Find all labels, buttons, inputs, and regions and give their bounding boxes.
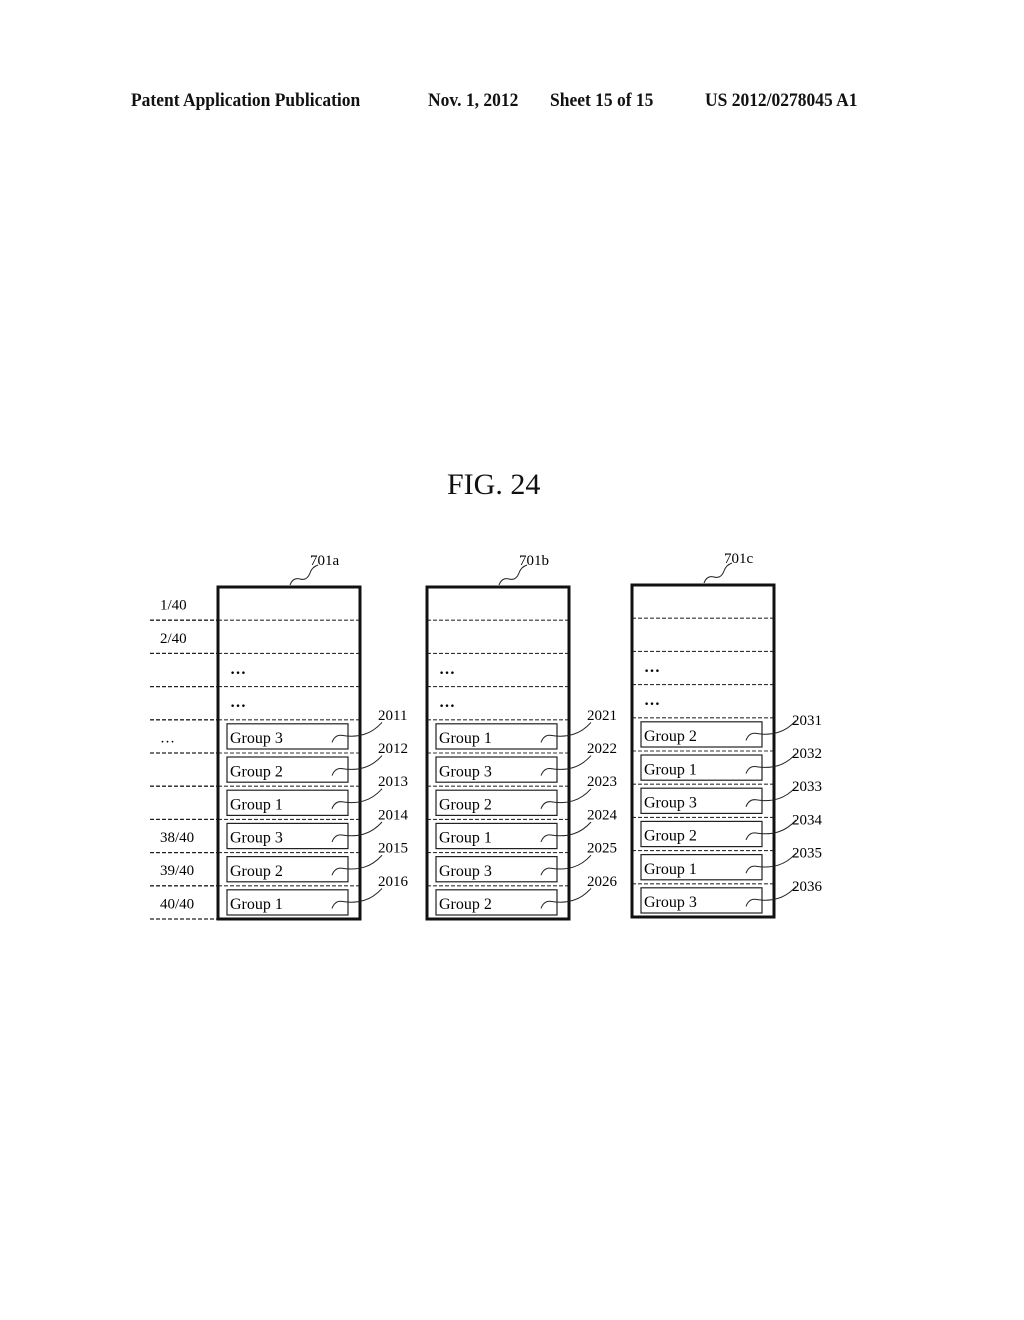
slot-ref-label: 2021 xyxy=(587,708,617,724)
group-slot-label: Group 3 xyxy=(644,894,697,911)
slot-ref-label: 2016 xyxy=(378,874,409,890)
leader-line xyxy=(331,755,383,776)
group-slot-label: Group 3 xyxy=(230,830,283,847)
slot-ref-label: 2013 xyxy=(378,774,408,790)
group-slot-label: Group 1 xyxy=(230,896,283,913)
group-slot-label: Group 1 xyxy=(644,861,697,878)
slot-ref-label: 2026 xyxy=(587,874,618,890)
group-slot-label: Group 1 xyxy=(439,730,492,747)
leader-line xyxy=(331,788,383,809)
ellipsis: … xyxy=(439,694,455,711)
group-slot-label: Group 2 xyxy=(439,796,492,813)
slot-ref-label: 2024 xyxy=(587,807,618,823)
slot-ref-label: 2012 xyxy=(378,741,408,757)
slot-ref-label: 2014 xyxy=(378,807,409,823)
slot-ref-label: 2031 xyxy=(792,713,822,729)
leader-line xyxy=(745,753,797,774)
group-slot-label: Group 2 xyxy=(439,896,492,913)
slot-ref-label: 2011 xyxy=(378,708,407,724)
group-slot-label: Group 2 xyxy=(644,828,697,845)
ellipsis: … xyxy=(644,692,660,709)
leader-line xyxy=(745,786,797,807)
slot-ref-label: 2035 xyxy=(792,846,822,862)
leader-line xyxy=(331,854,383,876)
ellipsis: … xyxy=(439,661,455,678)
group-slot-label: Group 2 xyxy=(230,763,283,780)
group-slot-label: Group 1 xyxy=(439,830,492,847)
leader-line xyxy=(540,854,592,876)
leader-line xyxy=(540,821,592,843)
leader-line xyxy=(331,821,383,843)
slot-ref-label: 2032 xyxy=(792,746,822,762)
row-label: 38/40 xyxy=(160,830,194,846)
leader-line xyxy=(540,888,592,909)
row-label: 39/40 xyxy=(160,863,194,879)
group-slot-label: Group 2 xyxy=(644,728,697,745)
leader-line xyxy=(745,886,797,907)
slot-ref-label: 2022 xyxy=(587,741,617,757)
row-label: 1/40 xyxy=(160,598,187,614)
group-slot-label: Group 1 xyxy=(644,761,697,778)
leader-line xyxy=(331,888,383,909)
leader-line xyxy=(540,755,592,776)
row-label: 2/40 xyxy=(160,631,187,647)
leader-line xyxy=(745,852,797,874)
leader-line xyxy=(540,788,592,809)
group-slot-label: Group 3 xyxy=(644,794,697,811)
leader-line xyxy=(745,819,797,841)
memory-diagram: 1/402/40…38/4039/4040/40701a……Group 3201… xyxy=(150,551,823,921)
row-label: 40/40 xyxy=(160,896,194,912)
leader-line xyxy=(745,720,797,741)
ellipsis: … xyxy=(230,694,246,711)
leader-line xyxy=(540,722,592,743)
group-slot-label: Group 3 xyxy=(230,730,283,747)
group-slot-label: Group 3 xyxy=(439,763,492,780)
slot-ref-label: 2034 xyxy=(792,812,823,828)
group-slot-label: Group 1 xyxy=(230,796,283,813)
slot-ref-label: 2023 xyxy=(587,774,617,790)
ellipsis: … xyxy=(230,661,246,678)
slot-ref-label: 2036 xyxy=(792,879,823,895)
leader-line xyxy=(331,722,383,743)
slot-ref-label: 2025 xyxy=(587,841,617,857)
ellipsis: … xyxy=(644,659,660,676)
slot-ref-label: 2033 xyxy=(792,779,822,795)
row-label: … xyxy=(160,730,175,746)
group-slot-label: Group 3 xyxy=(439,863,492,880)
slot-ref-label: 2015 xyxy=(378,841,408,857)
group-slot-label: Group 2 xyxy=(230,863,283,880)
